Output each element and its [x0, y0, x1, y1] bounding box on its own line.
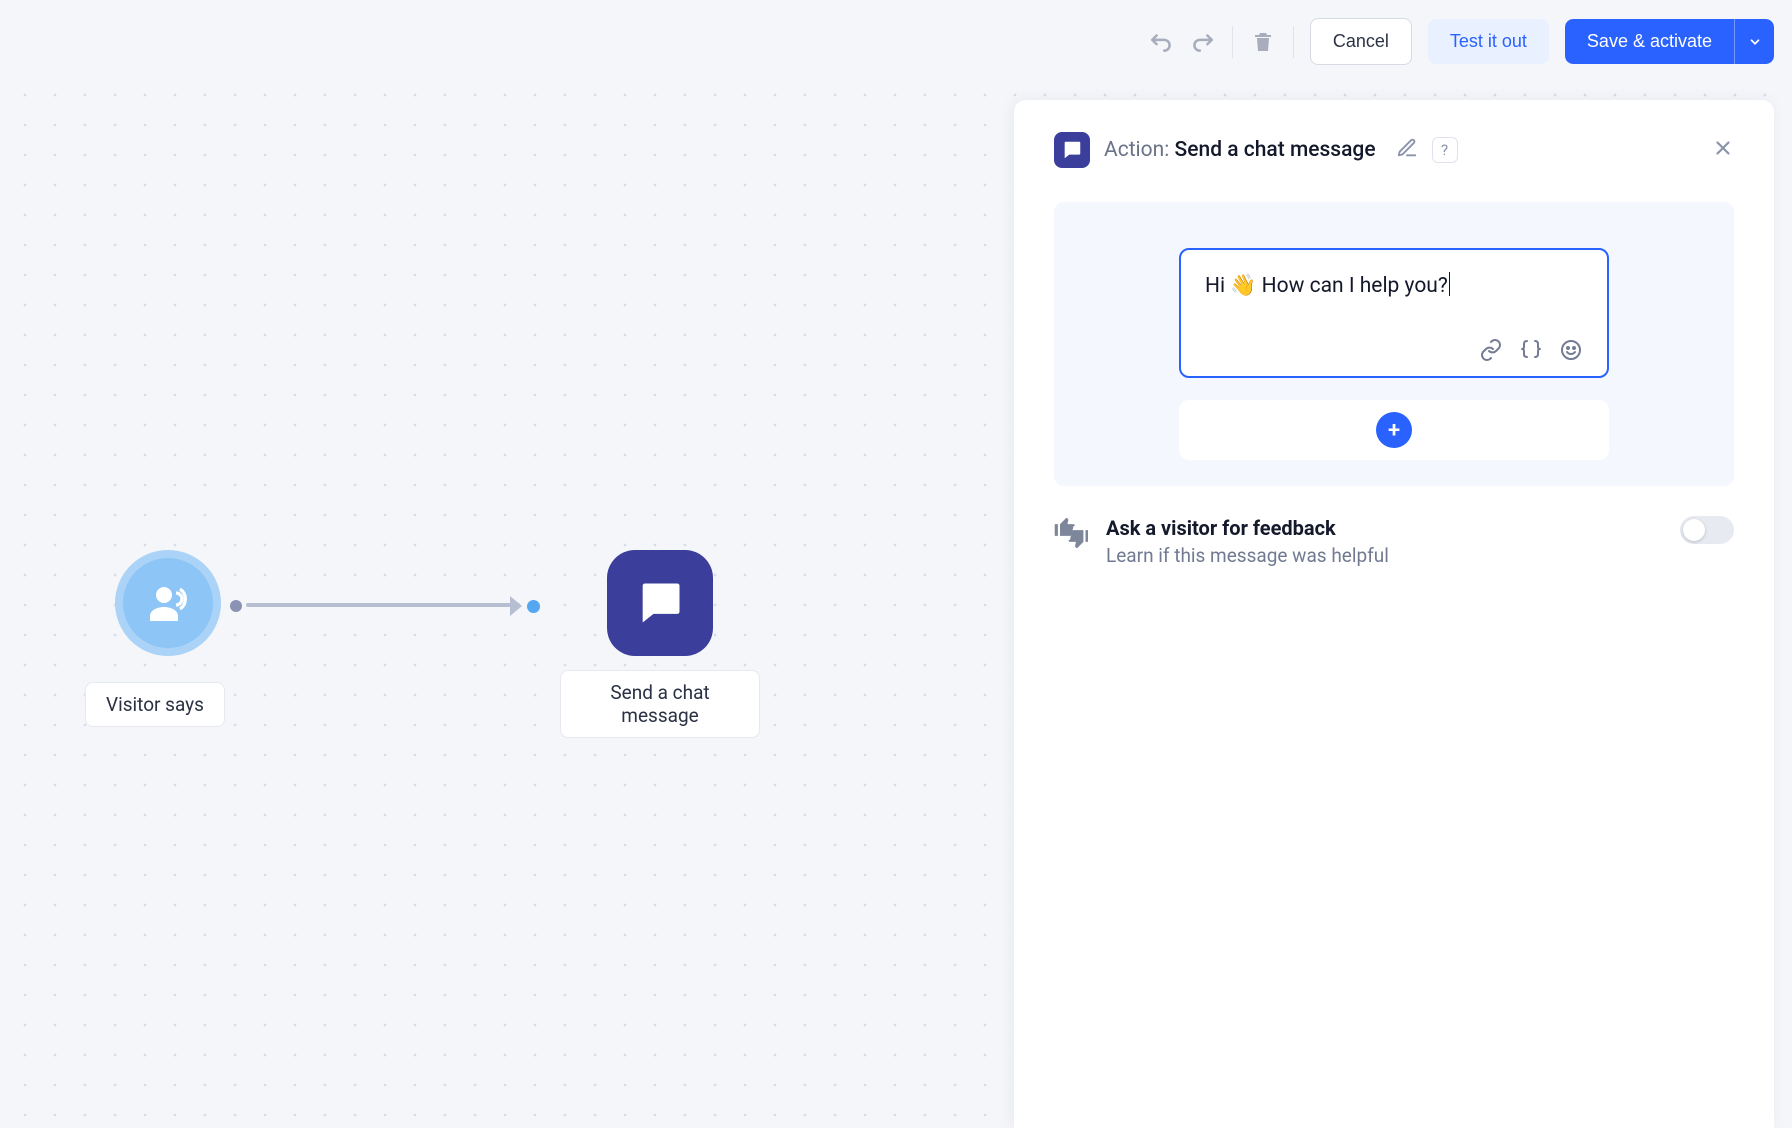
- chat-message-icon: [1061, 139, 1083, 161]
- rename-action-button[interactable]: [1396, 137, 1418, 163]
- insert-link-button[interactable]: [1479, 338, 1503, 362]
- message-toolbar: [1205, 318, 1583, 362]
- message-editor-area: Hi 👋 How can I help you? +: [1054, 202, 1734, 486]
- plus-icon: +: [1376, 412, 1412, 448]
- chevron-down-icon: [1748, 35, 1762, 49]
- close-panel-button[interactable]: [1712, 137, 1734, 163]
- undo-icon: [1149, 29, 1175, 55]
- save-dropdown-caret[interactable]: [1734, 19, 1774, 64]
- panel-header: Action: Send a chat message ?: [1054, 132, 1734, 168]
- edge-end-handle[interactable]: [527, 600, 540, 613]
- flow-edge[interactable]: [230, 599, 540, 611]
- redo-button[interactable]: [1188, 28, 1216, 56]
- trash-icon: [1251, 30, 1275, 54]
- panel-title-name: Send a chat message: [1175, 138, 1376, 162]
- message-input[interactable]: Hi 👋 How can I help you?: [1179, 248, 1609, 378]
- feedback-title: Ask a visitor for feedback: [1106, 516, 1389, 540]
- feedback-option-row: Ask a visitor for feedback Learn if this…: [1054, 516, 1734, 567]
- action-config-panel: Action: Send a chat message ? Hi 👋 How c…: [1014, 100, 1774, 1128]
- toggle-knob: [1683, 519, 1705, 541]
- flow-area: Visitor says Send a chat message: [40, 550, 740, 810]
- top-toolbar: Cancel Test it out Save & activate: [1148, 18, 1774, 65]
- save-split-button: Save & activate: [1565, 19, 1774, 64]
- thumbs-icon: [1054, 516, 1088, 554]
- link-icon: [1479, 338, 1503, 362]
- panel-title: Action: Send a chat message: [1104, 138, 1376, 162]
- toolbar-divider: [1232, 26, 1233, 58]
- visitor-node[interactable]: [115, 550, 221, 656]
- visitor-says-icon: [144, 579, 192, 627]
- undo-button[interactable]: [1148, 28, 1176, 56]
- close-icon: [1712, 137, 1734, 159]
- insert-emoji-button[interactable]: [1559, 338, 1583, 362]
- feedback-subtitle: Learn if this message was helpful: [1106, 544, 1389, 567]
- braces-icon: [1519, 338, 1543, 362]
- redo-icon: [1189, 29, 1215, 55]
- text-caret-icon: [1449, 272, 1450, 296]
- panel-title-prefix: Action:: [1104, 138, 1169, 162]
- visitor-node-label: Visitor says: [85, 682, 225, 727]
- send-message-node-label: Send a chat message: [560, 670, 760, 738]
- send-message-node-circle: [607, 550, 713, 656]
- add-message-button[interactable]: +: [1179, 400, 1609, 460]
- edge-line: [246, 603, 520, 607]
- send-message-node[interactable]: Send a chat message: [560, 550, 760, 738]
- delete-button[interactable]: [1249, 28, 1277, 56]
- feedback-text: Ask a visitor for feedback Learn if this…: [1106, 516, 1389, 567]
- insert-variable-button[interactable]: [1519, 338, 1543, 362]
- history-group: [1148, 28, 1216, 56]
- edge-start-handle[interactable]: [230, 600, 242, 612]
- feedback-toggle[interactable]: [1680, 516, 1734, 544]
- pencil-icon: [1396, 137, 1418, 159]
- panel-action-icon: [1054, 132, 1090, 168]
- toolbar-divider-2: [1293, 26, 1294, 58]
- test-button[interactable]: Test it out: [1428, 19, 1549, 64]
- chat-message-icon: [634, 577, 686, 629]
- emoji-icon: [1559, 338, 1583, 362]
- message-text: Hi 👋 How can I help you?: [1205, 274, 1448, 298]
- help-button[interactable]: ?: [1432, 137, 1458, 163]
- cancel-button[interactable]: Cancel: [1310, 18, 1412, 65]
- save-activate-button[interactable]: Save & activate: [1565, 19, 1734, 64]
- visitor-node-inner: [123, 558, 213, 648]
- edge-arrowhead-icon: [510, 596, 522, 616]
